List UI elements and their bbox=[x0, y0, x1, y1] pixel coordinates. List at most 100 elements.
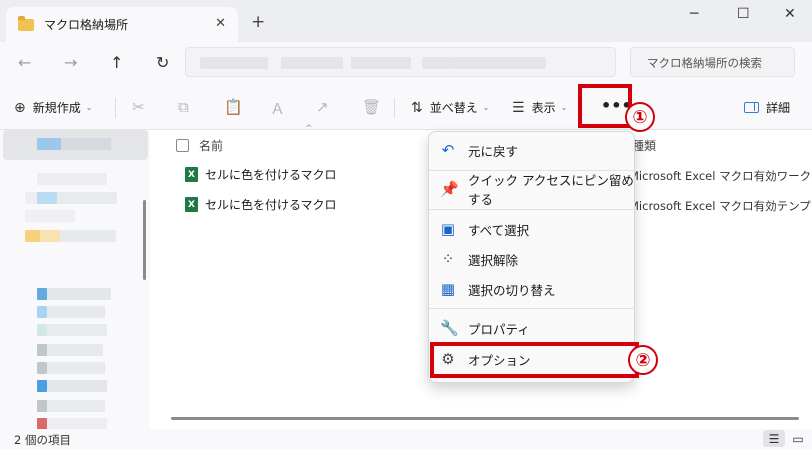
back-button[interactable]: ← bbox=[18, 53, 31, 72]
rename-icon[interactable]: Ａ bbox=[270, 98, 285, 119]
menu-item-select-all[interactable]: ▣ すべて選択 bbox=[429, 214, 634, 244]
new-tab-button[interactable]: + bbox=[251, 12, 265, 32]
excel-file-icon: X bbox=[185, 167, 198, 182]
column-header-name[interactable]: 名前 bbox=[176, 137, 223, 154]
pixelated-icon bbox=[37, 138, 61, 150]
tiles-view-button[interactable]: ▭ bbox=[787, 430, 809, 447]
pixelated-icon bbox=[37, 362, 47, 374]
details-view-button[interactable]: ☰ bbox=[763, 430, 785, 447]
menu-item-label: プロパティ bbox=[468, 321, 530, 337]
share-icon[interactable]: ↗ bbox=[316, 98, 329, 116]
sort-icon: ⇅ bbox=[411, 99, 423, 116]
file-row[interactable]: X セルに色を付けるマクロ bbox=[185, 196, 337, 213]
up-button[interactable]: ↑ bbox=[110, 53, 123, 72]
pixelated-label bbox=[25, 210, 75, 222]
menu-item-select-none[interactable]: ⁘ 選択解除 bbox=[429, 244, 634, 274]
tab-close-button[interactable]: ✕ bbox=[215, 16, 226, 31]
separator bbox=[394, 98, 395, 118]
cut-icon[interactable]: ✂ bbox=[132, 98, 145, 116]
plus-circle-icon: ⊕ bbox=[14, 99, 26, 116]
pixelated-label bbox=[47, 400, 105, 412]
sidebar-scrollbar[interactable] bbox=[143, 200, 146, 280]
column-name-label: 名前 bbox=[199, 139, 224, 153]
pin-icon: 📌 bbox=[440, 180, 459, 198]
step-badge-1: ① bbox=[625, 102, 655, 132]
refresh-button[interactable]: ↻ bbox=[156, 53, 169, 72]
title-bar: マクロ格納場所 ✕ + ─ ☐ ✕ bbox=[0, 0, 812, 42]
menu-separator bbox=[429, 209, 634, 210]
horizontal-scrollbar[interactable] bbox=[171, 417, 799, 420]
file-row[interactable]: X セルに色を付けるマクロ bbox=[185, 166, 337, 183]
highlight-box-more bbox=[578, 84, 632, 128]
menu-item-label: 選択解除 bbox=[468, 252, 519, 268]
pixelated-label bbox=[47, 288, 111, 300]
pixelated-label bbox=[60, 230, 116, 242]
pixelated-icon bbox=[37, 380, 47, 392]
pixelated-label bbox=[47, 362, 105, 374]
details-button-label: 詳細 bbox=[766, 101, 791, 115]
minimize-button[interactable]: ─ bbox=[690, 6, 698, 22]
new-button-label: 新規作成 bbox=[32, 101, 81, 115]
blurred-path-segment bbox=[281, 57, 343, 69]
blurred-path-segment bbox=[351, 57, 411, 69]
view-button[interactable]: ☰ 表示 ⌄ bbox=[512, 99, 567, 116]
column-header-type[interactable]: 種類 bbox=[632, 137, 656, 154]
tab-title: マクロ格納場所 bbox=[44, 18, 129, 32]
invert-selection-icon: ▦ bbox=[440, 280, 456, 298]
pixelated-icon bbox=[25, 192, 37, 204]
pixelated-label bbox=[37, 173, 107, 185]
paste-icon[interactable]: 📋 bbox=[224, 98, 243, 116]
pixelated-label bbox=[47, 324, 107, 336]
pixelated-icon bbox=[37, 192, 57, 204]
close-window-button[interactable]: ✕ bbox=[784, 6, 796, 22]
select-none-icon: ⁘ bbox=[441, 250, 455, 268]
file-type: Microsoft Excel マクロ有効ワークシート bbox=[629, 169, 812, 183]
pixelated-icon bbox=[37, 400, 47, 412]
chevron-down-icon: ⌄ bbox=[560, 103, 568, 112]
file-name: セルに色を付けるマクロ bbox=[205, 198, 337, 212]
address-bar[interactable] bbox=[185, 47, 616, 77]
status-bar: 2 個の項目 bbox=[0, 429, 812, 449]
menu-item-undo[interactable]: ↶ 元に戻す bbox=[429, 135, 634, 165]
address-row: ← → ↑ ↻ マクロ格納場所の検索 bbox=[0, 42, 812, 86]
maximize-button[interactable]: ☐ bbox=[737, 6, 750, 22]
blurred-path-segment bbox=[422, 57, 454, 69]
view-button-label: 表示 bbox=[531, 101, 556, 115]
menu-item-label: クイック アクセスにピン留めする bbox=[468, 173, 634, 207]
select-all-icon: ▣ bbox=[440, 220, 456, 238]
pixelated-icon bbox=[40, 230, 60, 242]
pixelated-icon bbox=[37, 306, 47, 318]
highlight-box-options bbox=[430, 342, 639, 378]
sort-button[interactable]: ⇅ 並べ替え ⌄ bbox=[411, 99, 489, 116]
pixelated-icon bbox=[37, 324, 47, 336]
menu-item-invert-selection[interactable]: ▦ 選択の切り替え bbox=[429, 274, 634, 304]
item-count: 2 個の項目 bbox=[14, 433, 71, 447]
menu-item-pin-quick-access[interactable]: 📌 クイック アクセスにピン留めする bbox=[429, 173, 634, 207]
file-type: Microsoft Excel マクロ有効テンプレート bbox=[629, 199, 812, 213]
delete-icon[interactable]: 🗑 bbox=[362, 98, 381, 116]
search-input[interactable]: マクロ格納場所の検索 bbox=[630, 47, 795, 77]
separator bbox=[115, 98, 116, 118]
step-badge-2: ② bbox=[628, 345, 658, 375]
menu-item-label: 元に戻す bbox=[468, 143, 519, 159]
folder-icon bbox=[18, 15, 34, 31]
menu-item-properties[interactable]: 🔧 プロパティ bbox=[429, 313, 634, 343]
undo-icon: ↶ bbox=[441, 141, 455, 159]
wrench-icon: 🔧 bbox=[440, 319, 459, 337]
pixelated-icon bbox=[25, 230, 40, 242]
new-button[interactable]: ⊕ 新規作成 ⌄ bbox=[14, 99, 92, 116]
copy-icon[interactable]: ⧉ bbox=[178, 98, 189, 116]
file-name: セルに色を付けるマクロ bbox=[205, 168, 337, 182]
excel-file-icon: X bbox=[185, 197, 198, 212]
sort-button-label: 並べ替え bbox=[429, 101, 478, 115]
tab-current-folder[interactable]: マクロ格納場所 ✕ bbox=[6, 7, 238, 42]
sort-indicator-icon: ^ bbox=[305, 124, 313, 134]
navigation-pane bbox=[0, 130, 150, 430]
details-pane-icon bbox=[744, 102, 759, 113]
menu-item-label: 選択の切り替え bbox=[468, 282, 556, 298]
chevron-down-icon: ⌄ bbox=[85, 103, 93, 112]
forward-button[interactable]: → bbox=[64, 53, 77, 72]
details-pane-button[interactable]: 詳細 bbox=[744, 99, 790, 116]
pixelated-icon bbox=[37, 288, 47, 300]
select-all-checkbox[interactable] bbox=[176, 139, 189, 152]
